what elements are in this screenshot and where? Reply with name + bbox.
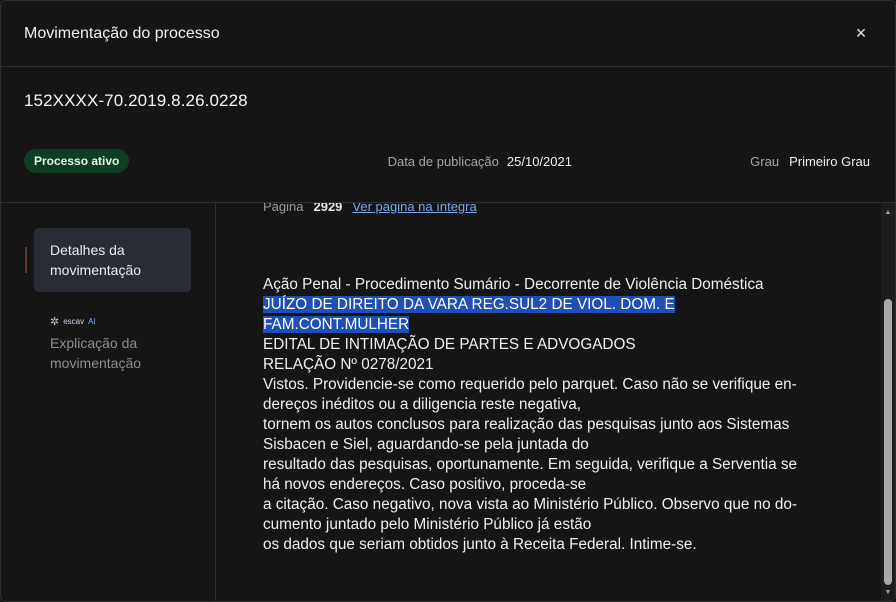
page-info: Página 2929 Ver página na íntegra [263, 203, 477, 214]
brand-suffix: AI [88, 317, 96, 326]
scroll-thumb[interactable] [884, 299, 892, 585]
sidebar-item-label: movimentação [50, 355, 142, 371]
sidebar: Detalhes da movimentação ✲ escav AI Expli… [1, 203, 216, 601]
line-text: resultado das pesquisas, oportunamente. … [263, 456, 798, 473]
movement-modal: Movimentação do processo × 152XXXX-70.20… [0, 0, 896, 602]
publication-info: Data de publicação 25/10/2021 [388, 154, 572, 169]
line-text: tornem os autos conclusos para realizaçã… [263, 416, 790, 433]
escavai-logo-icon: ✲ [50, 316, 60, 328]
modal-title: Movimentação do processo [24, 24, 220, 42]
brand-name: escav [63, 317, 85, 326]
text-line: JUÍZO DE DIREITO DA VARA REG.SUL2 DE VIO… [263, 295, 828, 315]
highlighted-text: FAM.CONT.MULHER [263, 316, 410, 333]
grau-info: Grau Primeiro Grau [750, 154, 870, 169]
sidebar-item-label: movimentação [50, 262, 142, 278]
publication-date: 25/10/2021 [506, 153, 572, 169]
escavai-brand: ✲ escav AI [50, 315, 96, 328]
text-line: resultado das pesquisas, oportunamente. … [263, 455, 828, 475]
sidebar-marker [25, 247, 27, 273]
line-text: há novos endereços. Caso positivo, proce… [263, 476, 587, 493]
line-text: cumento juntado pelo Ministério Público … [263, 516, 592, 533]
text-line: Ação Penal - Procedimento Sumário - Deco… [263, 275, 828, 295]
sidebar-item-detalhes[interactable]: Detalhes da movimentação [34, 228, 191, 292]
text-line: FAM.CONT.MULHER [263, 315, 828, 335]
close-button[interactable]: × [851, 23, 871, 44]
close-icon[interactable]: × [856, 23, 867, 44]
scroll-up-arrow-icon[interactable]: ▲ [881, 205, 895, 219]
line-text: a citação. Caso negativo, nova vista ao … [263, 496, 797, 513]
scrollbar[interactable]: ▲ ▼ [881, 203, 895, 601]
line-text: Vistos. Providencie-se como requerido pe… [263, 376, 797, 393]
process-number: 152XXXX-70.2019.8.26.0228 [24, 91, 248, 110]
movement-content: Página 2929 Ver página na íntegra Ação P… [216, 203, 881, 601]
text-line: tornem os autos conclusos para realizaçã… [263, 415, 828, 435]
line-text: Ação Penal - Procedimento Sumário - Deco… [263, 276, 764, 293]
view-full-page-link[interactable]: Ver página na íntegra [352, 203, 476, 214]
text-line: Sisbacen e Siel, aguardando-se pela junt… [263, 435, 828, 455]
text-line: cumento juntado pelo Ministério Público … [263, 515, 828, 535]
line-text: os dados que seriam obtidos junto à Rece… [263, 536, 697, 553]
page-number: 2929 [313, 203, 343, 214]
page-label: Página [263, 203, 304, 214]
line-text: EDITAL DE INTIMAÇÃO DE PARTES E ADVOGADO… [263, 336, 636, 353]
text-line: RELAÇÃO Nº 0278/2021 [263, 355, 828, 375]
grau-label: Grau [750, 153, 780, 169]
publication-label: Data de publicação [387, 153, 499, 169]
text-line: Vistos. Providencie-se como requerido pe… [263, 375, 828, 395]
sidebar-item-label: Detalhes da [50, 242, 125, 258]
process-meta-row: Processo ativo Data de publicação 25/10/… [24, 149, 870, 173]
modal-header: Movimentação do processo × [1, 1, 895, 67]
sidebar-item-label: Explicação da [50, 335, 138, 351]
scroll-down-arrow-icon[interactable]: ▼ [881, 585, 895, 599]
text-line: há novos endereços. Caso positivo, proce… [263, 475, 828, 495]
text-line: dereços inéditos ou a diligencia reste n… [263, 395, 828, 415]
text-line: a citação. Caso negativo, nova vista ao … [263, 495, 828, 515]
grau-value: Primeiro Grau [789, 153, 870, 169]
line-text: Sisbacen e Siel, aguardando-se pela junt… [263, 436, 589, 453]
publication-text: Ação Penal - Procedimento Sumário - Deco… [263, 275, 828, 555]
text-line: os dados que seriam obtidos junto à Rece… [263, 535, 828, 555]
highlighted-text: JUÍZO DE DIREITO DA VARA REG.SUL2 DE VIO… [263, 296, 675, 313]
text-line: EDITAL DE INTIMAÇÃO DE PARTES E ADVOGADO… [263, 335, 828, 355]
line-text: dereços inéditos ou a diligencia reste n… [263, 396, 582, 413]
line-text: RELAÇÃO Nº 0278/2021 [263, 356, 434, 373]
sidebar-item-explicacao[interactable]: Explicação da movimentação [50, 333, 141, 373]
status-badge: Processo ativo [24, 149, 130, 173]
